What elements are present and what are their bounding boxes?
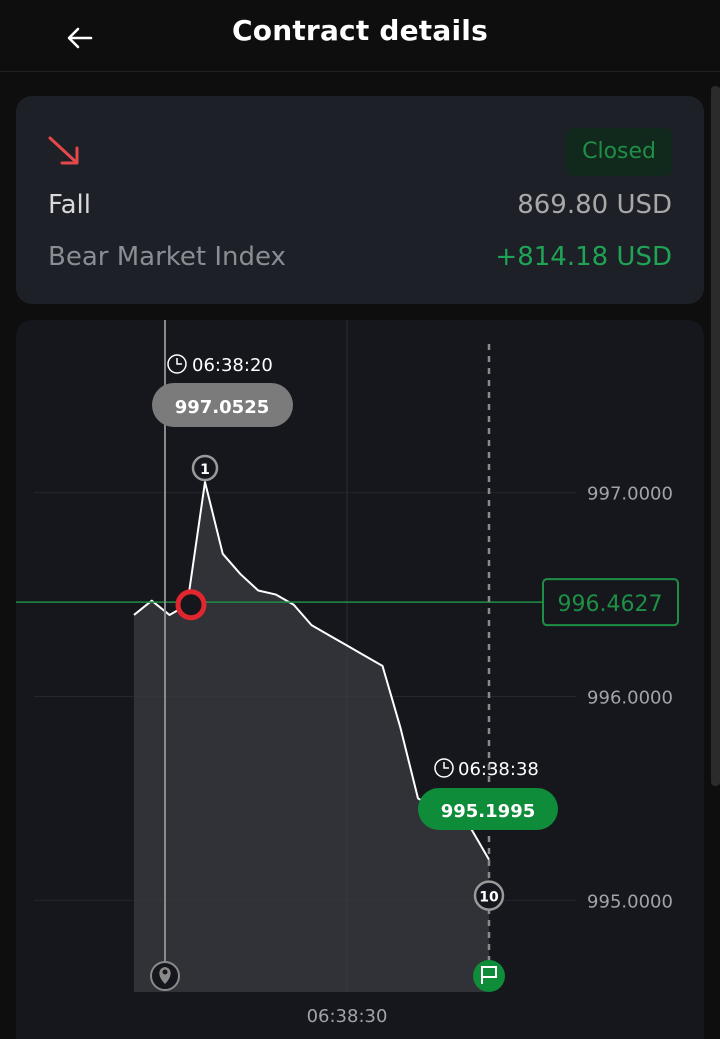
y-tick-label: 995.0000 [587,891,673,912]
clock-hands [443,762,449,769]
trade-direction: Fall [48,190,91,220]
stake-amount: 869.80 USD [517,190,672,220]
location-pin-dot [162,969,168,975]
scrollbar[interactable] [711,86,720,786]
price-chart[interactable]: 996.4627 997.0000 996.0000 995.0000 06:38:30… [16,320,704,1039]
y-tick-label: 997.0000 [587,484,673,505]
exit-value-label: 995.1995 [441,801,536,822]
underlying-name: Bear Market Index [48,242,286,272]
entry-time-label: 06:38:20 [192,355,273,376]
x-tick-label: 06:38:30 [307,1006,388,1027]
tick-number-label: 1 [200,462,210,478]
price-chart-card[interactable]: 996.4627 997.0000 996.0000 995.0000 06:38:30… [16,320,704,1039]
page-title: Contract details [232,14,488,47]
price-area [134,481,489,992]
exit-time-label: 06:38:38 [458,759,539,780]
y-tick-label: 996.0000 [587,687,673,708]
exit-tick-label: 10 [479,890,499,906]
top-bar: Contract details [0,0,720,72]
entry-spot-marker [175,589,207,621]
clock-hands [176,358,182,365]
profit-amount: +814.18 USD [495,242,672,272]
entry-value-label: 997.0525 [175,397,270,418]
status-badge: Closed [566,128,672,176]
barrier-label: 996.4627 [558,592,663,617]
contract-summary-card: Closed Fall 869.80 USD Bear Market Index… [16,96,704,304]
arrow-down-right-icon [48,136,79,165]
